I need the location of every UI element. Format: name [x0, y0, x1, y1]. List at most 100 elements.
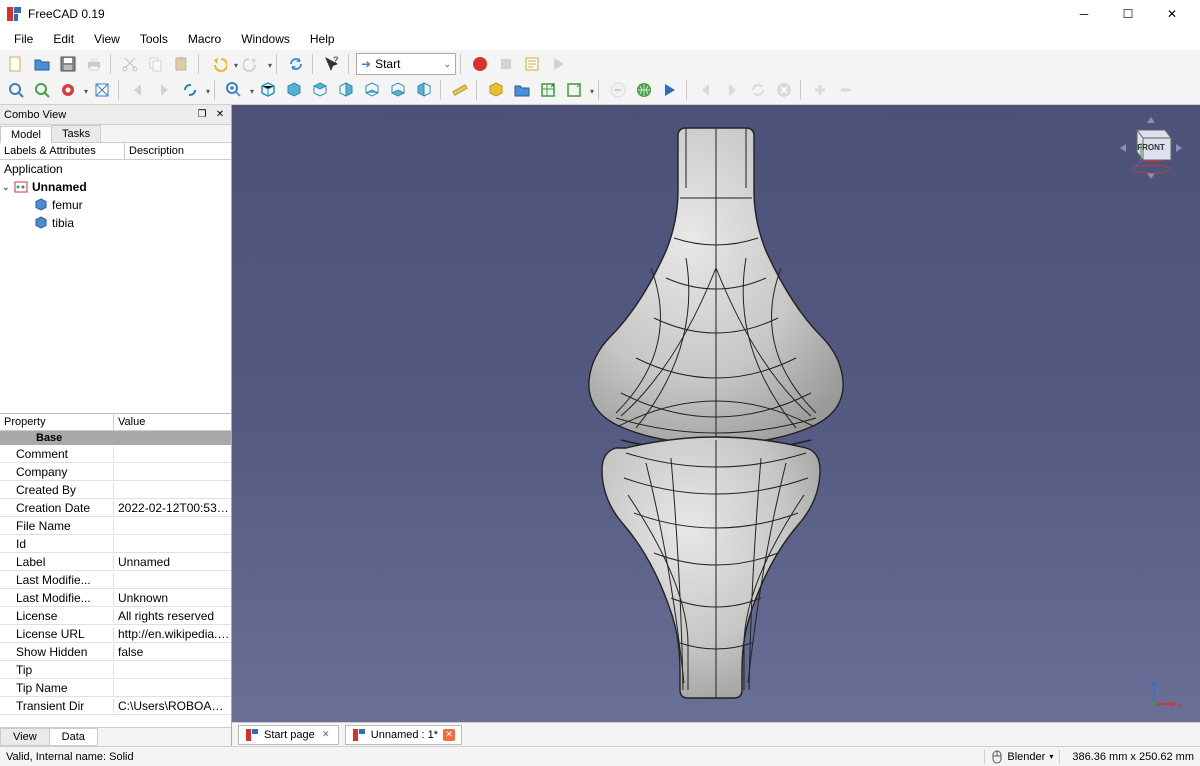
prop-row[interactable]: LicenseAll rights reserved: [0, 607, 231, 625]
copy-button[interactable]: [144, 52, 168, 76]
macros-button[interactable]: [520, 52, 544, 76]
doctab-close-button[interactable]: ✕: [320, 729, 332, 741]
link-actions-dropdown[interactable]: [588, 83, 594, 97]
properties-body[interactable]: Base CommentCompanyCreated ByCreation Da…: [0, 431, 231, 727]
tab-model[interactable]: Model: [0, 126, 52, 143]
prop-row[interactable]: Last Modifie...Unknown: [0, 589, 231, 607]
tree-doc-unnamed[interactable]: ⌄ Unnamed: [0, 178, 231, 196]
new-document-button[interactable]: [4, 52, 28, 76]
twisty-open-icon[interactable]: ⌄: [2, 182, 14, 193]
bottom-view-button[interactable]: [386, 78, 410, 102]
rear-view-button[interactable]: [360, 78, 384, 102]
menu-windows[interactable]: Windows: [231, 30, 300, 48]
refresh-button[interactable]: [284, 52, 308, 76]
zoom-dropdown[interactable]: [248, 83, 254, 97]
top-view-button[interactable]: [308, 78, 332, 102]
prop-value[interactable]: 2022-02-12T00:53:50Z: [114, 501, 231, 515]
properties-header-value[interactable]: Value: [114, 414, 149, 430]
tree-header-description[interactable]: Description: [125, 143, 188, 159]
prop-value[interactable]: All rights reserved: [114, 609, 231, 623]
part-button[interactable]: [484, 78, 508, 102]
group-button[interactable]: [510, 78, 534, 102]
whats-this-button[interactable]: ?: [320, 52, 344, 76]
prop-row[interactable]: Created By: [0, 481, 231, 499]
menu-edit[interactable]: Edit: [43, 30, 84, 48]
panel-float-button[interactable]: ❐: [195, 108, 209, 122]
menu-file[interactable]: File: [4, 30, 43, 48]
prop-row[interactable]: LabelUnnamed: [0, 553, 231, 571]
navigation-cube[interactable]: FRONT: [1116, 113, 1186, 183]
zoom-fit-button[interactable]: [4, 78, 28, 102]
draw-style-dropdown[interactable]: [82, 83, 88, 97]
web-home-button[interactable]: [632, 78, 656, 102]
macro-record-button[interactable]: [468, 52, 492, 76]
cut-button[interactable]: [118, 52, 142, 76]
tab-data[interactable]: Data: [49, 728, 98, 746]
redo-button[interactable]: [240, 52, 264, 76]
panel-close-button[interactable]: ✕: [213, 108, 227, 122]
menu-view[interactable]: View: [84, 30, 130, 48]
prop-row[interactable]: Creation Date2022-02-12T00:53:50Z: [0, 499, 231, 517]
prop-row[interactable]: License URLhttp://en.wikipedia.org/...: [0, 625, 231, 643]
save-document-button[interactable]: [56, 52, 80, 76]
print-button[interactable]: [82, 52, 106, 76]
window-minimize-button[interactable]: ─: [1062, 0, 1106, 28]
left-view-button[interactable]: [412, 78, 436, 102]
doctab-unnamed[interactable]: Unnamed : 1* ✕: [345, 725, 462, 745]
web-forward-button[interactable]: [658, 78, 682, 102]
web-stop-button[interactable]: [772, 78, 796, 102]
link-actions-button[interactable]: [562, 78, 586, 102]
prop-value[interactable]: C:\Users\ROBOAK~1\Ap...: [114, 699, 231, 713]
web-nav-left-button[interactable]: [694, 78, 718, 102]
tree-header-labels[interactable]: Labels & Attributes: [0, 143, 125, 159]
prop-row[interactable]: Comment: [0, 445, 231, 463]
link-make-button[interactable]: [536, 78, 560, 102]
redo-dropdown[interactable]: [266, 57, 272, 71]
undo-button[interactable]: [206, 52, 230, 76]
menu-macro[interactable]: Macro: [178, 30, 231, 48]
front-view-button[interactable]: [282, 78, 306, 102]
prop-row[interactable]: Last Modifie...: [0, 571, 231, 589]
web-zoom-in-button[interactable]: [808, 78, 832, 102]
prop-row[interactable]: Tip: [0, 661, 231, 679]
model-mesh-knee[interactable]: [576, 118, 856, 708]
isometric-view-button[interactable]: [256, 78, 280, 102]
zoom-in-button[interactable]: [222, 78, 246, 102]
zoom-selection-button[interactable]: [30, 78, 54, 102]
right-view-button[interactable]: [334, 78, 358, 102]
web-refresh-button[interactable]: [746, 78, 770, 102]
web-zoom-out-button[interactable]: [834, 78, 858, 102]
prop-row[interactable]: Id: [0, 535, 231, 553]
tab-view[interactable]: View: [0, 728, 50, 746]
menu-tools[interactable]: Tools: [130, 30, 178, 48]
navigation-style-selector[interactable]: Blender ▾: [984, 750, 1060, 764]
nav-forward-button[interactable]: [152, 78, 176, 102]
macro-play-button[interactable]: [546, 52, 570, 76]
undo-dropdown[interactable]: [232, 57, 238, 71]
window-close-button[interactable]: ✕: [1150, 0, 1194, 28]
open-document-button[interactable]: [30, 52, 54, 76]
measure-distance-button[interactable]: [448, 78, 472, 102]
prop-value[interactable]: http://en.wikipedia.org/...: [114, 627, 231, 641]
prop-value[interactable]: false: [114, 645, 231, 659]
prop-row[interactable]: Company: [0, 463, 231, 481]
bounding-box-button[interactable]: [90, 78, 114, 102]
doctab-start-page[interactable]: Start page ✕: [238, 725, 339, 745]
tree-item-femur[interactable]: femur: [0, 196, 231, 214]
tree-root-application[interactable]: Application: [0, 160, 231, 178]
3d-viewport[interactable]: FRONT x z Start page ✕ Unnamed : 1* ✕: [232, 105, 1200, 746]
nav-back-button[interactable]: [126, 78, 150, 102]
prop-value[interactable]: Unknown: [114, 591, 231, 605]
draw-style-button[interactable]: [56, 78, 80, 102]
prop-value[interactable]: Unnamed: [114, 555, 231, 569]
macro-stop-button[interactable]: [494, 52, 518, 76]
prop-row[interactable]: Transient DirC:\Users\ROBOAK~1\Ap...: [0, 697, 231, 715]
tab-tasks[interactable]: Tasks: [51, 125, 101, 142]
window-maximize-button[interactable]: ☐: [1106, 0, 1150, 28]
link-navigation-button[interactable]: [178, 78, 202, 102]
menu-help[interactable]: Help: [300, 30, 345, 48]
link-navigation-dropdown[interactable]: [204, 83, 210, 97]
workbench-selector[interactable]: ➜Start ⌄: [356, 53, 456, 75]
prop-row[interactable]: Tip Name: [0, 679, 231, 697]
paste-button[interactable]: [170, 52, 194, 76]
